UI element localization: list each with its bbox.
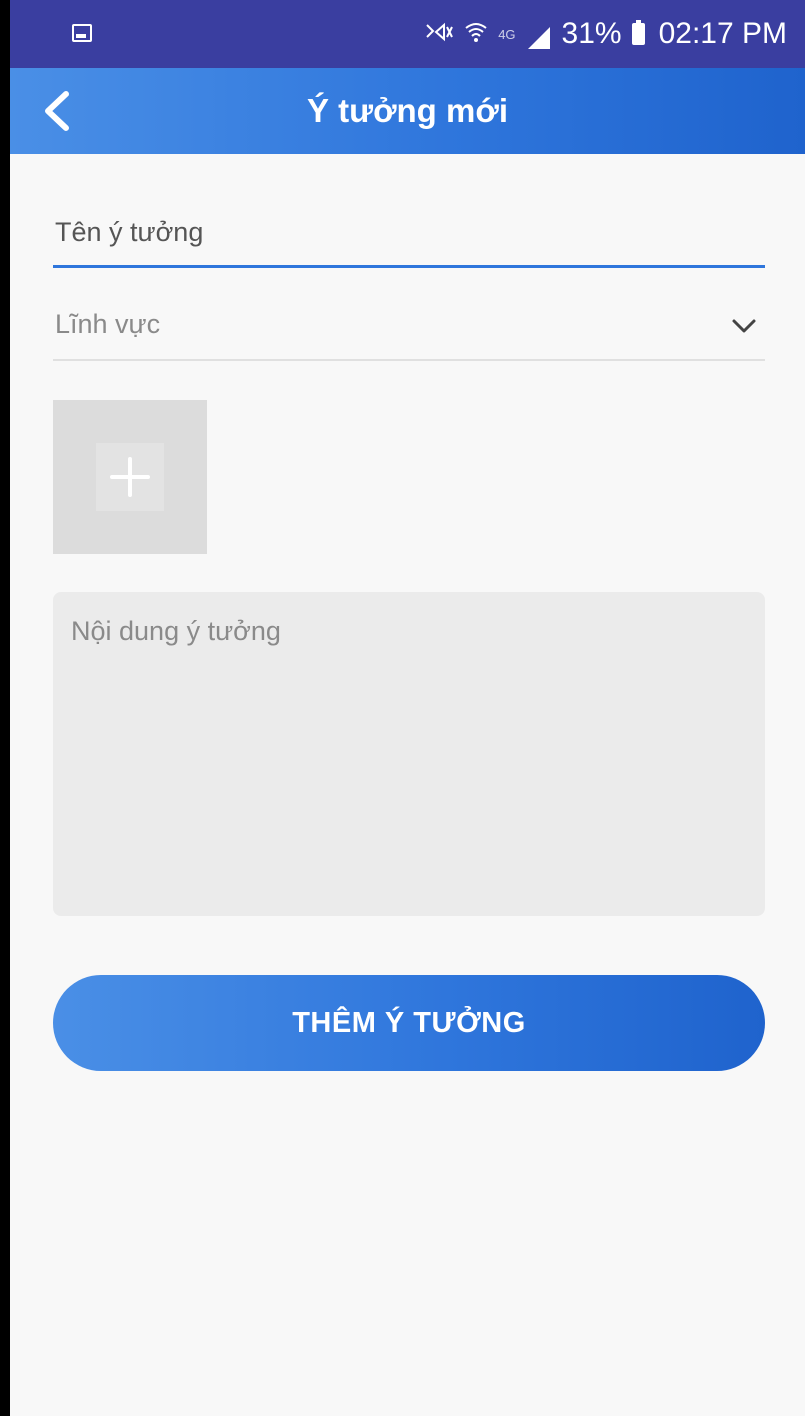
idea-name-field[interactable] [53,200,767,268]
wifi-icon [464,20,488,49]
network-type-label: 4G [498,26,516,42]
sector-select-label: Lĩnh vực [55,309,161,339]
battery-icon [631,20,645,45]
app-screen: 4G 31% 02:17 PM Ý tưởng mới Lĩnh vực [10,0,805,1416]
signal-icon [526,23,552,49]
status-icons: 4G 31% 02:17 PM [424,0,787,68]
battery-percent: 31% [561,17,622,50]
status-time: 02:17 PM [658,17,787,50]
chevron-down-icon [732,319,756,333]
page-title: Ý tưởng mới [307,92,508,129]
idea-content-field[interactable] [53,592,765,916]
gallery-icon [72,24,92,42]
mute-icon [424,21,454,48]
idea-name-input[interactable] [53,200,767,264]
idea-content-textarea[interactable] [53,592,765,916]
add-image-button[interactable] [53,400,207,554]
add-idea-button[interactable]: THÊM Ý TƯỞNG [53,975,765,1071]
app-bar: Ý tưởng mới [10,68,805,154]
status-bar: 4G 31% 02:17 PM [10,0,805,68]
sector-select[interactable]: Lĩnh vực [53,295,765,361]
plus-icon [110,457,150,497]
